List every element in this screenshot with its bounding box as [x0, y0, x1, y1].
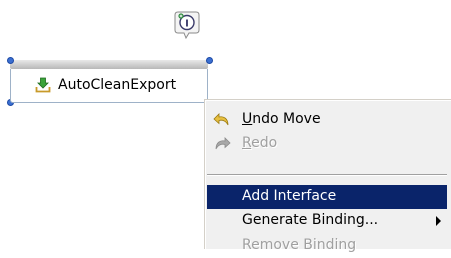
menu-separator: [207, 174, 447, 176]
menu-item-generate-binding[interactable]: Generate Binding...: [207, 209, 447, 233]
undo-icon: [213, 111, 231, 129]
menu-item-label: Generate Binding...: [242, 212, 379, 228]
menu-item-label: Add Interface: [242, 188, 337, 204]
selection-handle[interactable]: [7, 57, 14, 64]
menu-item-label: Remove Binding: [242, 237, 357, 253]
redo-icon: [213, 135, 231, 153]
component-name: AutoCleanExport: [58, 77, 177, 93]
context-menu: Undo Move Redo Add Interface Generate Bi…: [204, 99, 451, 253]
submenu-arrow-icon: [436, 216, 441, 226]
menu-item-add-interface[interactable]: Add Interface: [207, 185, 447, 209]
component-body[interactable]: AutoCleanExport: [10, 69, 208, 103]
menu-item-redo[interactable]: Redo: [207, 132, 447, 156]
interface-badge-icon[interactable]: I: [174, 10, 200, 40]
node-title-bar[interactable]: [10, 60, 208, 69]
menu-item-label: Undo Move: [242, 111, 321, 127]
selection-handle[interactable]: [206, 57, 213, 64]
export-component-icon: [35, 77, 51, 93]
menu-item-remove-binding[interactable]: Remove Binding: [207, 234, 447, 258]
menu-item-label: Redo: [242, 135, 278, 151]
component-node[interactable]: AutoCleanExport: [7, 57, 213, 106]
svg-text:I: I: [185, 19, 189, 30]
menu-item-undo-move[interactable]: Undo Move: [207, 108, 447, 132]
